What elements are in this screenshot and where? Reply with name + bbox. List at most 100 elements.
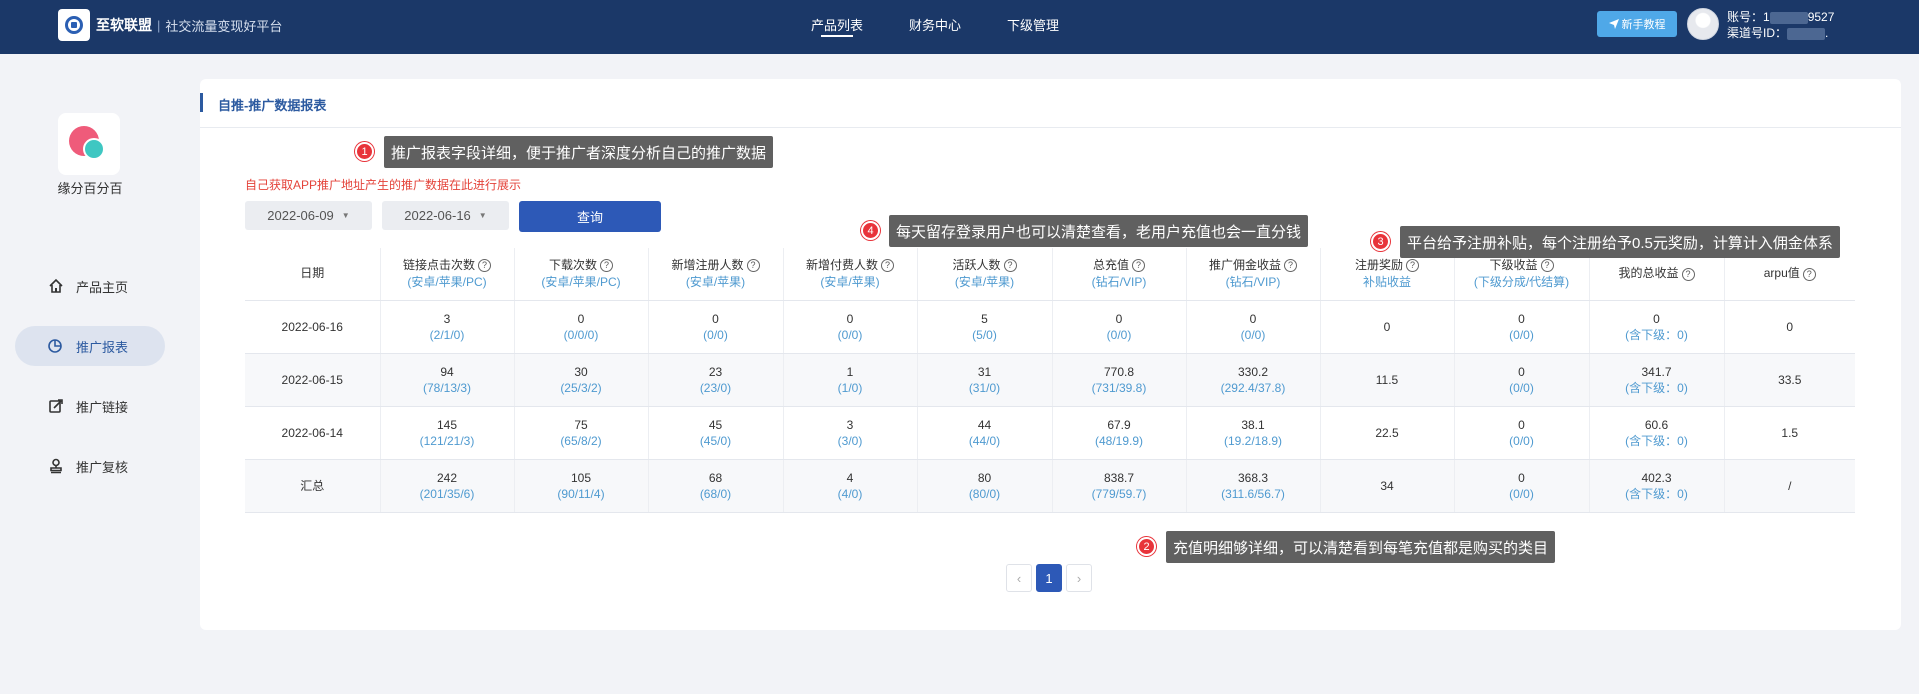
cell-value: 68 [708,470,723,485]
pagination-next[interactable]: › [1066,564,1092,592]
column-header-label: arpu值 [1763,266,1800,281]
cell-value: 33.5 [1778,372,1802,387]
guide-button[interactable]: 新手教程 [1597,11,1677,37]
start-date-picker[interactable]: 2022-06-09 ▼ [245,201,372,230]
app-logo [58,113,120,175]
table-cell: 30 (25/3/2) [514,353,649,407]
caret-down-icon: ▼ [341,211,350,220]
cell-value: 0 [1249,311,1257,326]
cell-breakdown: (1/0) [837,380,863,395]
column-header: 日期 [245,248,381,301]
table-cell: 22.5 [1320,406,1455,460]
cell-breakdown: (5/0) [972,327,997,342]
home-icon [48,278,64,294]
cell-breakdown: (0/0) [1509,380,1534,395]
title-accent-bar [200,93,203,112]
user-avatar[interactable] [1687,8,1719,40]
cell-value: 770.8 [1103,364,1135,379]
cell-value: 0 [1518,470,1525,485]
table-cell: 105 (90/11/4) [514,459,649,513]
table-cell: 1 (1/0) [783,353,918,407]
table-row: 2022-06-14 145 (121/21/3) 75 (65/8/2) 45 (45/0… [245,406,1855,460]
brand-slogan: 社交流量变现好平台 [165,18,283,34]
pagination-page-1[interactable]: 1 [1036,564,1062,592]
cell-value: 0 [577,311,585,326]
cell-breakdown: (292.4/37.8) [1220,380,1286,395]
help-icon[interactable]: ? [1681,267,1695,281]
column-header-label: 总充值 [1092,257,1129,272]
brand-logo[interactable]: 至软联盟 | 社交流量变现好平台 [58,9,282,41]
account-label: 账号：1 [1727,10,1770,24]
date-cell: 汇总 [245,459,381,513]
cell-value: 45 [708,417,723,432]
column-header: 链接点击次数? (安卓/苹果/PC) [380,248,515,301]
help-icon[interactable]: ? [746,259,760,273]
cell-breakdown: (0/0) [1509,486,1534,501]
annotation-badge-3: 3 [1371,232,1390,251]
table-cell: 368.3 (311.6/56.7) [1186,459,1321,513]
table-cell: 0 (含下级：0) [1589,299,1725,354]
cell-value: 0 [1518,364,1525,379]
app-name: 缘分百分百 [57,181,123,196]
page-title: 自推-推广数据报表 [218,98,327,113]
date-cell: 2022-06-15 [245,353,381,407]
sidebar-item-label: 推广复核 [76,459,129,475]
table-cell: 44 (44/0) [917,406,1053,460]
pagination-prev[interactable]: ‹ [1006,564,1032,592]
help-icon[interactable]: ? [478,259,491,273]
table-cell: 341.7 (含下级：0) [1589,353,1725,407]
sidebar-item-promo-review[interactable]: 推广复核 [15,446,165,486]
cell-value: 67.9 [1107,417,1131,432]
end-date-picker[interactable]: 2022-06-16 ▼ [382,201,509,230]
sidebar-item-promo-link[interactable]: 推广链接 [15,386,165,426]
cell-value: 60.6 [1644,417,1669,432]
help-icon[interactable]: ? [1284,259,1297,273]
cell-breakdown: (0/0) [837,327,863,342]
table-cell: 145 (121/21/3) [380,406,515,460]
redaction-mask [1787,27,1826,40]
column-header-label: 新增注册人数 [671,257,744,272]
annotation-badge-4: 4 [861,221,880,240]
cell-breakdown: (23/0) [699,380,732,395]
table-cell: 770.8 (731/39.8) [1052,353,1187,407]
cell-breakdown: (25/3/2) [560,380,602,395]
report-hint: 自己获取APP推广地址产生的推广数据在此进行展示 [245,178,522,192]
table-cell: 34 [1320,459,1455,513]
nav-product-list[interactable]: 产品列表 [811,15,863,37]
report-table: 日期 链接点击次数? (安卓/苹果/PC) 下载次数? (安卓/苹果/PC) 新增注册人数… [245,248,1855,513]
help-icon[interactable]: ? [1132,259,1145,273]
sidebar-item-promo-report[interactable]: 推广报表 [15,326,165,366]
cell-value: 368.3 [1237,470,1269,485]
cell-value: 0 [1383,319,1391,334]
help-icon[interactable]: ? [1540,259,1554,273]
cell-breakdown: (0/0) [1106,327,1132,342]
nav-subordinate-management[interactable]: 下级管理 [1007,15,1059,34]
cell-breakdown: (121/21/3) [419,433,475,448]
column-header-sublabel: (下级分成/代结算) [1473,274,1570,289]
cell-value: 94 [440,364,454,379]
table-cell: 0 (0/0) [783,299,918,354]
cell-value: 4 [846,470,854,485]
cell-breakdown: (31/0) [968,380,1001,395]
column-header: 新增注册人数? (安卓/苹果) [648,248,784,301]
cell-value: 80 [977,470,992,485]
cell-value: 402.3 [1641,470,1672,485]
annotation-tip-2: 充值明细够详细，可以清楚看到每笔充值都是购买的类目 [1166,531,1556,563]
cell-value: 105 [570,470,592,485]
nav-finance-center[interactable]: 财务中心 [909,15,961,34]
brand-separator: | [157,17,161,33]
table-cell: 3 (3/0) [783,406,918,460]
brand-name: 至软联盟 [96,17,152,33]
help-icon[interactable]: ? [1802,267,1816,281]
help-icon[interactable]: ? [1406,259,1419,273]
help-icon[interactable]: ? [881,259,894,273]
help-icon[interactable]: ? [1003,259,1017,273]
guide-button-label: 新手教程 [1621,19,1666,31]
table-cell: 4 (4/0) [783,459,918,513]
table-cell: 0 (0/0/0) [514,299,649,354]
help-icon[interactable]: ? [600,259,613,273]
query-button[interactable]: 查询 [519,201,661,232]
table-cell: 67.9 (48/19.9) [1052,406,1187,460]
sidebar-item-product-home[interactable]: 产品主页 [15,266,165,306]
column-header: 总充值? (钻石/VIP) [1052,248,1187,301]
